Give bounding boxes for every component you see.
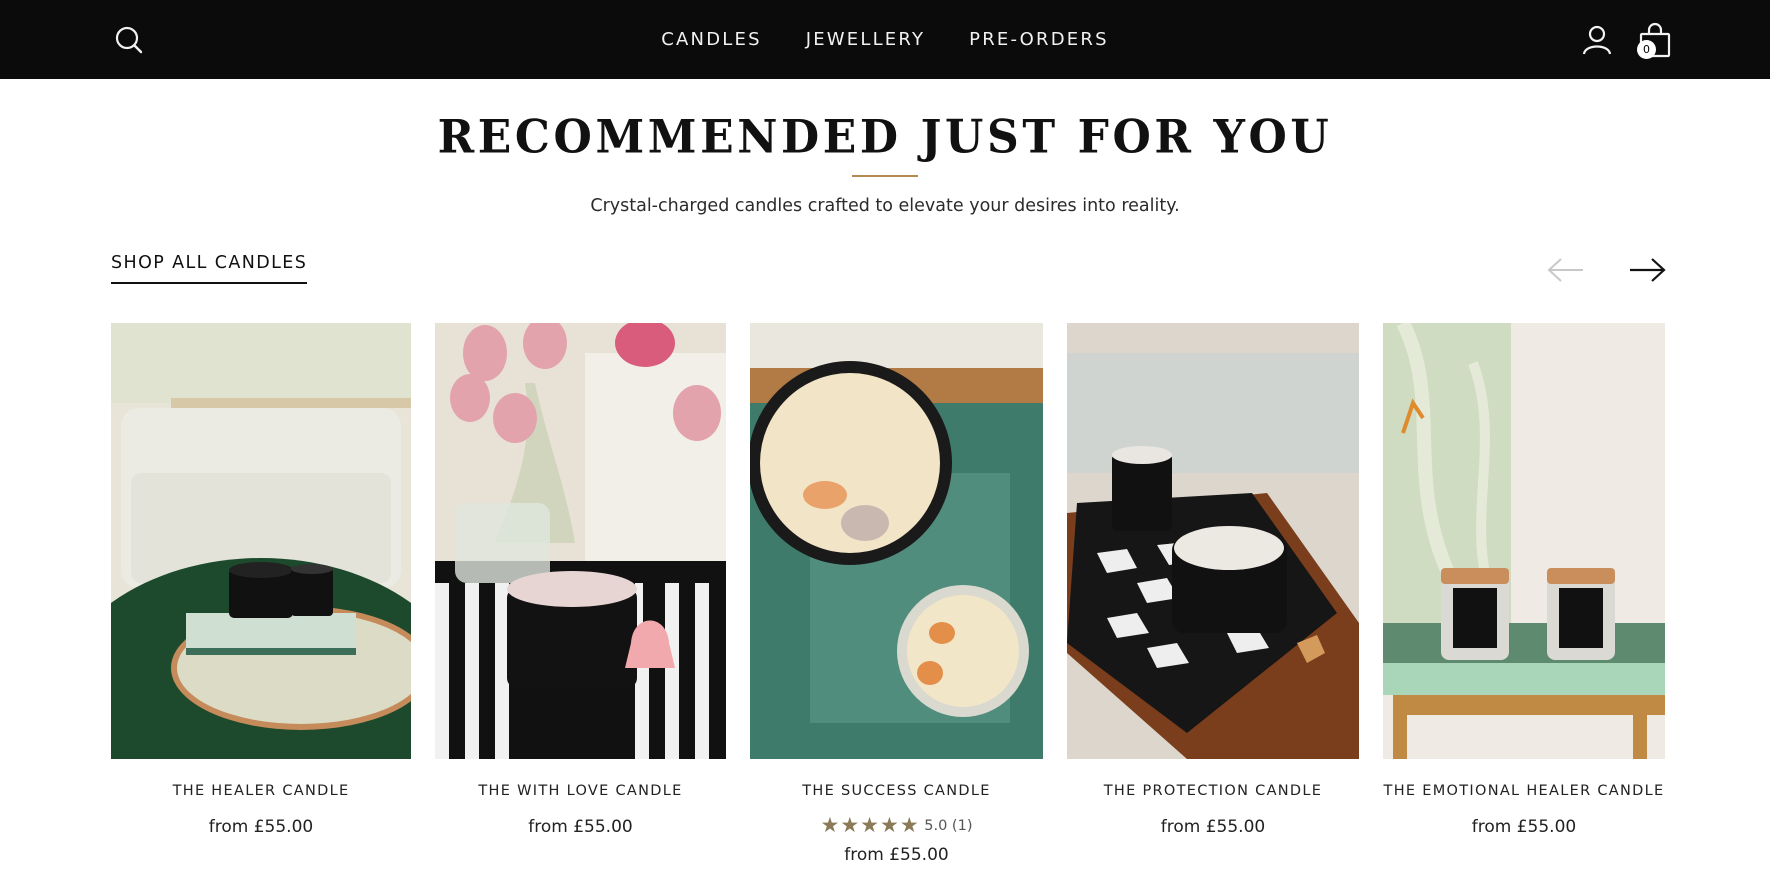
cart-count-badge: 0 [1637, 40, 1656, 59]
product-price: from £55.00 [844, 845, 949, 865]
nav-item-pre-orders[interactable]: PRE-ORDERS [969, 29, 1109, 50]
user-icon[interactable] [1582, 25, 1612, 55]
product-image[interactable] [1067, 323, 1359, 759]
product-card[interactable]: THE WITH LOVE CANDLE from £55.00 [435, 323, 726, 837]
title-divider [852, 175, 918, 177]
nav-item-candles[interactable]: CANDLES [661, 29, 761, 50]
section-subtitle: Crystal-charged candles crafted to eleva… [590, 196, 1180, 216]
product-card[interactable]: THE EMOTIONAL HEALER CANDLE from £55.00 [1383, 323, 1665, 837]
arrow-left-icon[interactable] [1546, 256, 1586, 284]
product-image[interactable] [435, 323, 726, 759]
product-card[interactable]: THE SUCCESS CANDLE ★★★★★ 5.0 (1) from £5… [750, 323, 1043, 865]
nav-item-jewellery[interactable]: JEWELLERY [806, 29, 925, 50]
site-header: CANDLES JEWELLERY PRE-ORDERS 0 [0, 0, 1770, 79]
product-image[interactable] [1383, 323, 1665, 759]
star-rating-icon: ★★★★★ [820, 813, 920, 837]
product-card[interactable]: THE PROTECTION CANDLE from £55.00 [1067, 323, 1359, 837]
rating-text: 5.0 (1) [924, 818, 973, 834]
product-image[interactable] [111, 323, 411, 759]
product-name[interactable]: THE EMOTIONAL HEALER CANDLE [1343, 783, 1705, 799]
main-nav: CANDLES JEWELLERY PRE-ORDERS [0, 0, 1770, 79]
product-image[interactable] [750, 323, 1043, 759]
shop-all-candles-link[interactable]: SHOP ALL CANDLES [111, 253, 308, 284]
product-price: from £55.00 [1471, 817, 1577, 837]
section-title: RECOMMENDED JUST FOR YOU [437, 110, 1333, 165]
product-card[interactable]: THE HEALER CANDLE from £55.00 [111, 323, 411, 837]
product-price: from £55.00 [208, 817, 314, 837]
arrow-right-icon[interactable] [1627, 256, 1667, 284]
product-name[interactable]: THE HEALER CANDLE [71, 783, 451, 799]
